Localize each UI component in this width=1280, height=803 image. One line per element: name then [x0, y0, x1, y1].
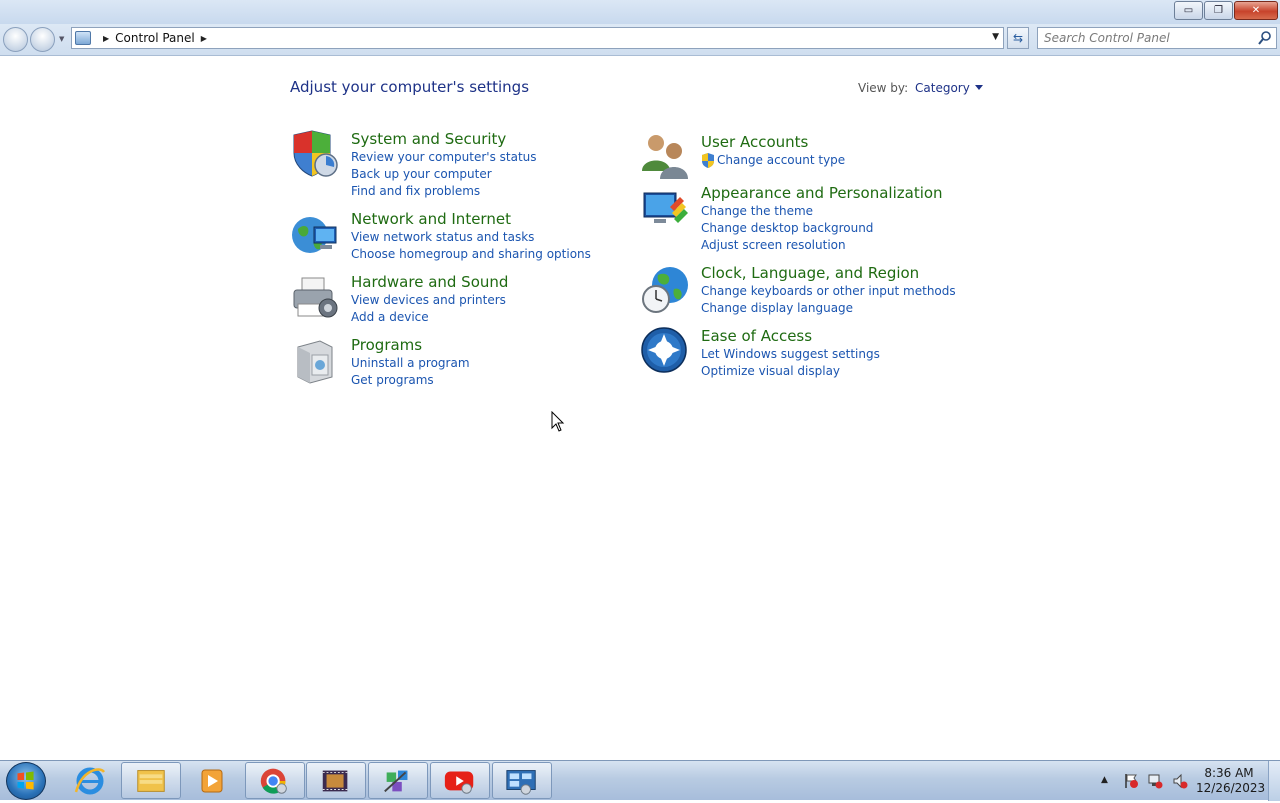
media-player-icon[interactable] [182, 762, 242, 799]
show-desktop-button[interactable] [1268, 761, 1280, 801]
youtube-logo-icon [444, 771, 474, 794]
link-add-a-device[interactable]: Add a device [351, 309, 508, 326]
minimize-button[interactable]: ▭ [1174, 1, 1203, 20]
page-title: Adjust your computer's settings [290, 78, 530, 96]
mouse-cursor-icon [551, 411, 565, 432]
clock-globe-icon[interactable] [640, 265, 690, 315]
link-back-up-computer[interactable]: Back up your computer [351, 166, 537, 183]
search-box[interactable] [1037, 27, 1277, 49]
link-change-display-language[interactable]: Change display language [701, 300, 956, 317]
network-tool-icon [384, 770, 408, 793]
taskbar: ▲ 8:36 AM 12/26/2023 [0, 760, 1280, 801]
category-text: System and Security Review your computer… [351, 129, 537, 200]
clock-time: 8:36 AM [1204, 766, 1254, 780]
link-get-programs[interactable]: Get programs [351, 372, 470, 389]
category-title-clock-language-region[interactable]: Clock, Language, and Region [701, 263, 956, 283]
media-play-icon [201, 769, 223, 793]
search-input[interactable] [1044, 30, 1244, 46]
control-panel-content: Adjust your computer's settings View by:… [0, 57, 1280, 760]
chrome-icon[interactable] [245, 762, 305, 799]
movie-maker-icon[interactable] [306, 762, 366, 799]
view-by-dropdown[interactable]: Category [915, 81, 983, 95]
security-shield-icon[interactable] [290, 129, 340, 179]
category-text: Network and Internet View network status… [351, 209, 591, 263]
category-text: Appearance and Personalization Change th… [701, 183, 943, 254]
refresh-button[interactable]: ⇆ [1007, 27, 1029, 49]
link-change-desktop-background[interactable]: Change desktop background [701, 220, 943, 237]
window-controls: ▭ ❐ ✕ [1173, 1, 1278, 20]
link-optimize-visual-display[interactable]: Optimize visual display [701, 363, 880, 380]
volume-muted-icon[interactable] [1172, 773, 1188, 789]
ie-logo-icon [74, 767, 106, 795]
category-text: Clock, Language, and Region Change keybo… [701, 263, 956, 317]
title-bar: ▭ ❐ ✕ [0, 0, 1280, 24]
category-title-hardware-and-sound[interactable]: Hardware and Sound [351, 272, 508, 292]
category-title-programs[interactable]: Programs [351, 335, 470, 355]
breadcrumb-root-arrow[interactable]: ▶ [103, 34, 109, 43]
category-title-appearance[interactable]: Appearance and Personalization [701, 183, 943, 203]
restore-button[interactable]: ❐ [1204, 1, 1233, 20]
link-change-the-theme[interactable]: Change the theme [701, 203, 943, 220]
action-center-flag-icon[interactable] [1123, 773, 1139, 789]
control-panel-icon[interactable] [492, 762, 552, 799]
film-strip-icon [322, 770, 348, 792]
close-button[interactable]: ✕ [1234, 1, 1278, 20]
link-adjust-screen-resolution[interactable]: Adjust screen resolution [701, 237, 943, 254]
back-button[interactable] [3, 27, 28, 52]
category-text: Programs Uninstall a program Get program… [351, 335, 470, 389]
breadcrumb-arrow[interactable]: ▶ [201, 34, 207, 43]
network-status-icon[interactable] [1147, 773, 1163, 789]
category-title-user-accounts[interactable]: User Accounts [701, 132, 845, 152]
link-view-network-status[interactable]: View network status and tasks [351, 229, 591, 246]
breadcrumb-control-panel[interactable]: Control Panel [115, 31, 195, 45]
programs-box-icon[interactable] [290, 337, 340, 387]
printer-icon[interactable] [290, 274, 340, 324]
category-title-ease-of-access[interactable]: Ease of Access [701, 326, 880, 346]
youtube-icon[interactable] [430, 762, 490, 799]
link-choose-homegroup-sharing[interactable]: Choose homegroup and sharing options [351, 246, 591, 263]
link-let-windows-suggest-settings[interactable]: Let Windows suggest settings [701, 346, 880, 363]
control-panel-taskbar-icon [506, 770, 536, 795]
link-change-account-type-label[interactable]: Change account type [717, 152, 845, 169]
link-change-account-type[interactable]: Change account type [701, 152, 845, 169]
user-accounts-icon[interactable] [640, 131, 690, 181]
folder-icon [137, 770, 165, 792]
windows-logo-icon [17, 771, 34, 790]
network-globe-icon[interactable] [290, 213, 340, 263]
view-by-label: View by: [858, 81, 909, 95]
address-dropdown-button[interactable]: ▼ [992, 32, 999, 42]
forward-button[interactable] [30, 27, 55, 52]
category-text: User Accounts Change account type [701, 132, 845, 169]
clock-date: 12/26/2023 [1196, 781, 1266, 795]
search-icon[interactable] [1258, 30, 1272, 46]
network-app-icon[interactable] [368, 762, 428, 799]
uac-shield-icon [702, 153, 714, 168]
internet-explorer-icon[interactable] [60, 762, 120, 799]
start-button[interactable] [6, 762, 46, 800]
link-change-keyboards[interactable]: Change keyboards or other input methods [701, 283, 956, 300]
link-view-devices-printers[interactable]: View devices and printers [351, 292, 508, 309]
link-review-computer-status[interactable]: Review your computer's status [351, 149, 537, 166]
control-panel-small-icon [75, 31, 91, 45]
system-clock[interactable]: 8:36 AM 12/26/2023 [1196, 766, 1266, 796]
address-bar[interactable]: ▶ Control Panel ▶ ▼ [71, 27, 1004, 49]
link-uninstall-a-program[interactable]: Uninstall a program [351, 355, 470, 372]
category-title-system-and-security[interactable]: System and Security [351, 129, 537, 149]
category-text: Ease of Access Let Windows suggest setti… [701, 326, 880, 380]
category-title-network-and-internet[interactable]: Network and Internet [351, 209, 591, 229]
appearance-monitor-icon[interactable] [640, 185, 690, 235]
link-find-and-fix-problems[interactable]: Find and fix problems [351, 183, 537, 200]
ease-of-access-icon[interactable] [640, 326, 690, 376]
show-hidden-icons-button[interactable]: ▲ [1101, 775, 1108, 785]
category-text: Hardware and Sound View devices and prin… [351, 272, 508, 326]
file-explorer-icon[interactable] [121, 762, 181, 799]
recent-pages-dropdown[interactable]: ▼ [59, 35, 64, 43]
chrome-logo-icon [260, 768, 287, 794]
